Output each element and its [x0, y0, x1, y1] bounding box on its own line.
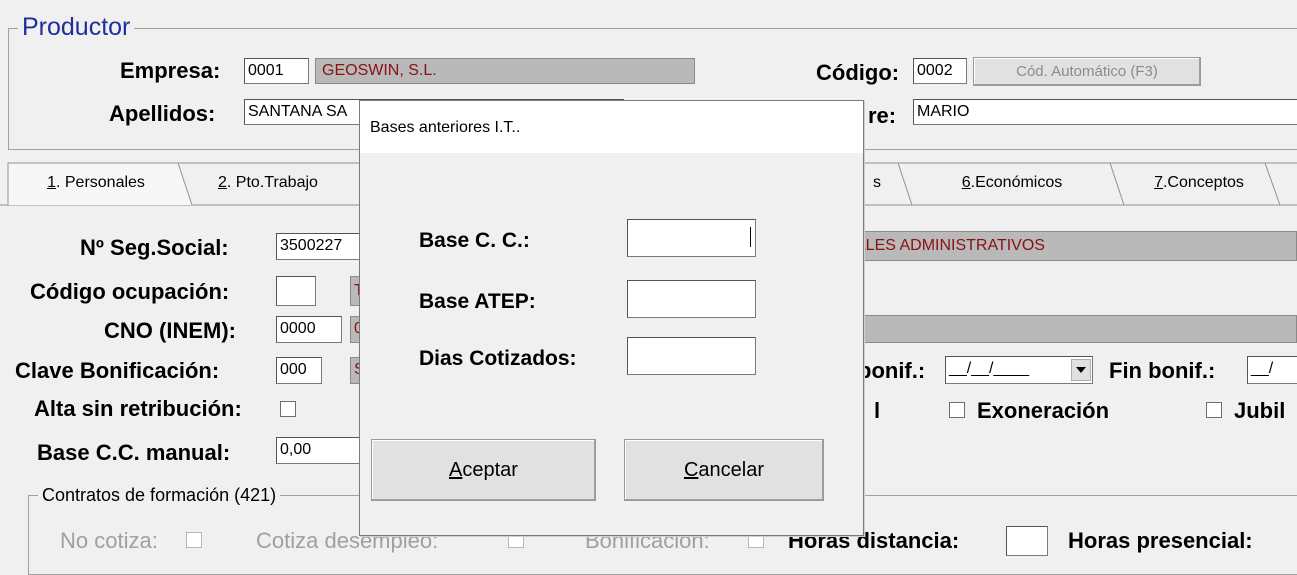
cod-automatico-button[interactable]: Cód. Automático (F3) — [973, 57, 1201, 86]
nss-label: Nº Seg.Social: — [80, 235, 229, 260]
nss-input[interactable]: 3500227 — [276, 233, 366, 260]
tab-partial-label: s — [873, 174, 881, 191]
empresa-code-input[interactable]: 0001 — [244, 58, 309, 84]
text-cursor — [750, 227, 751, 247]
tab-economicos-key: 6 — [961, 174, 971, 191]
cno-input[interactable]: 0000 — [276, 316, 342, 343]
tab-pto-trabajo[interactable]: 2. Pto.Trabajo — [196, 161, 356, 205]
codigo-input[interactable]: 0002 — [913, 58, 967, 84]
cancelar-label: ancelar — [698, 458, 765, 481]
base-cc-manual-input[interactable]: 0,00 — [276, 437, 366, 464]
nombre-label: re: — [868, 103, 897, 128]
nombre-input[interactable]: MARIO — [913, 99, 1297, 125]
exoneracion-label: Exoneración — [977, 398, 1110, 423]
contratos-formacion-title: Contratos de formación (421) — [38, 484, 281, 506]
alta-sin-retribucion-checkbox[interactable] — [280, 401, 296, 417]
empresa-name-field: GEOSWIN, S.L. — [315, 58, 695, 84]
no-cotiza-label: No cotiza: — [60, 528, 158, 553]
codigo-label: Código: — [816, 60, 900, 85]
tab-personales-key: 1 — [47, 174, 56, 191]
inicio-bonif-label: bonif.: — [858, 358, 926, 383]
no-cotiza-checkbox[interactable] — [186, 532, 202, 548]
fin-bonif-input[interactable]: __/ — [1247, 356, 1297, 384]
inicio-bonif-value: __/__/____ — [949, 360, 1030, 377]
horas-presencial-label: Horas presencial: — [1068, 528, 1253, 553]
chevron-down-icon[interactable] — [1071, 359, 1091, 381]
aceptar-button[interactable]: Aceptar — [371, 439, 596, 501]
dias-cotizados-label: Dias Cotizados: — [419, 347, 577, 370]
grupo-cotizacion-field: ALES ADMINISTRATIVOS — [850, 231, 1297, 261]
ocupacion-input[interactable] — [276, 276, 316, 306]
dialog-title-bar[interactable]: Bases anteriores I.T.. — [360, 101, 863, 153]
tab-conceptos[interactable]: 7 .Conceptos — [1124, 161, 1274, 205]
base-atep-label: Base ATEP: — [419, 290, 536, 313]
productor-group-title: Productor — [18, 12, 135, 42]
ocupacion-label: Código ocupación: — [30, 279, 230, 304]
dialog-title: Bases anteriores I.T.. — [370, 119, 521, 136]
base-atep-input[interactable] — [627, 280, 756, 318]
bonificacion-label: Clave Bonificación: — [15, 358, 220, 383]
base-cc-manual-label: Base C.C. manual: — [37, 440, 231, 465]
tab-pto-trabajo-label: . Pto.Trabajo — [226, 174, 318, 191]
bases-anteriores-dialog: Bases anteriores I.T.. Base C. C.: Base … — [359, 100, 864, 536]
base-cc-label: Base C. C.: — [419, 229, 530, 252]
alta-sin-retribucion-label: Alta sin retribución: — [34, 396, 242, 421]
empresa-label: Empresa: — [120, 58, 221, 83]
aceptar-accel: A — [449, 458, 463, 481]
tab-partial[interactable]: s — [862, 161, 892, 205]
bonificacion-input[interactable]: 000 — [276, 357, 322, 384]
partial-l-label: l — [874, 398, 881, 423]
jubilacion-label: Jubil — [1234, 398, 1286, 423]
base-cc-input[interactable] — [627, 219, 756, 257]
tab-conceptos-key: 7 — [1154, 174, 1163, 191]
aceptar-label: ceptar — [462, 458, 518, 481]
jubilacion-checkbox[interactable] — [1206, 402, 1222, 418]
horas-distancia-input[interactable] — [1006, 526, 1048, 556]
fin-bonif-label: Fin bonif.: — [1109, 358, 1216, 383]
tab-personales-label: . Personales — [55, 174, 145, 191]
tab-economicos[interactable]: 6 .Económicos — [912, 161, 1112, 205]
cno-label: CNO (INEM): — [104, 318, 236, 343]
cancelar-button[interactable]: Cancelar — [624, 439, 824, 501]
tab-personales[interactable]: 1. Personales — [16, 161, 176, 205]
exoneracion-checkbox[interactable] — [949, 402, 965, 418]
dias-cotizados-input[interactable] — [627, 337, 756, 375]
apellidos-label: Apellidos: — [109, 101, 216, 126]
cancelar-accel: C — [683, 458, 699, 481]
tab-pto-trabajo-key: 2 — [218, 174, 227, 191]
tab-economicos-label: .Económicos — [970, 174, 1063, 191]
tab-conceptos-label: .Conceptos — [1162, 174, 1244, 191]
cno-desc-field-right — [850, 315, 1297, 343]
